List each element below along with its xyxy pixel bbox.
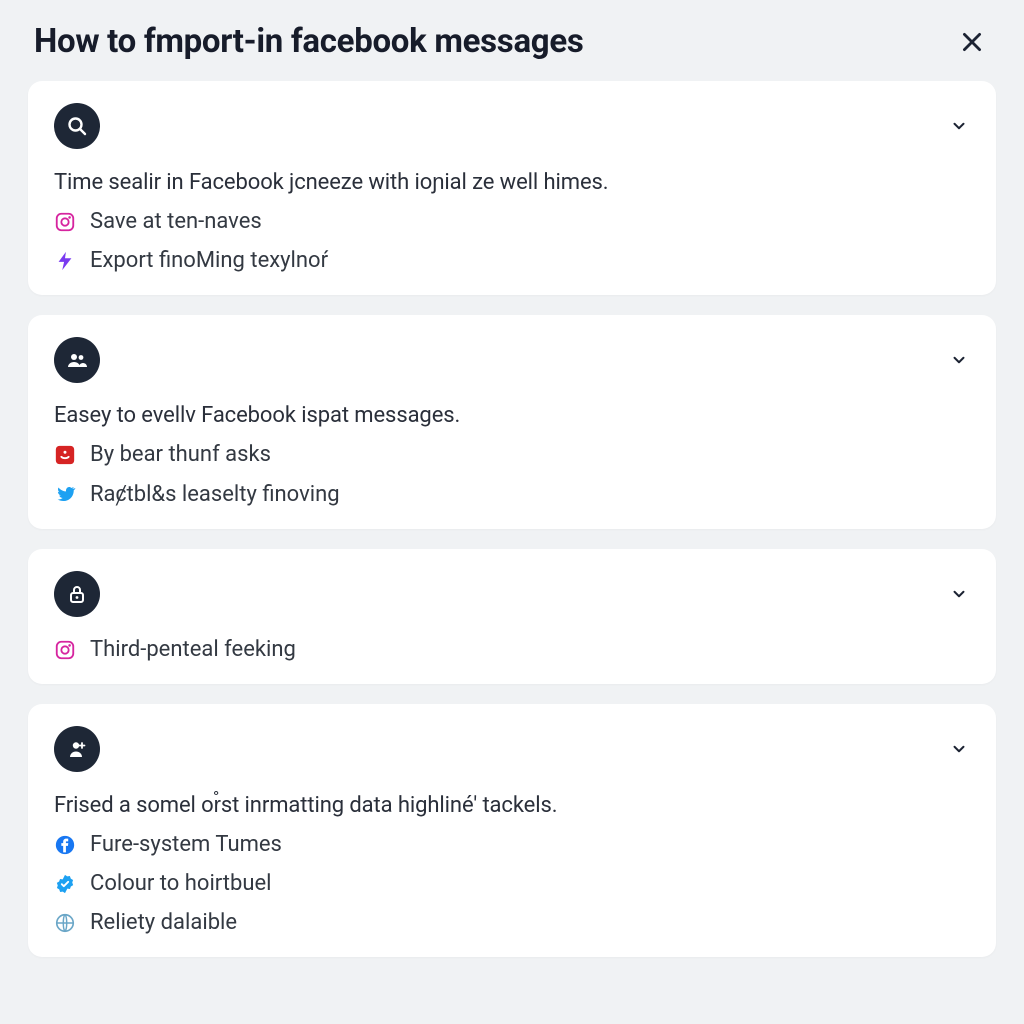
facebook-icon (54, 834, 76, 856)
list-item-label: By bear thunf asks (90, 442, 271, 467)
close-button[interactable] (954, 24, 990, 60)
search-icon (54, 103, 100, 149)
list-item[interactable]: Third-penteal feeking (54, 637, 970, 662)
list-item[interactable]: By bear thunf asks (54, 442, 970, 467)
list-item-label: Reliety dalaible (90, 910, 237, 935)
instagram-icon (54, 639, 76, 661)
list-item-label: Export finoMing texylnoŕ (90, 248, 328, 273)
card-person-plus: Frised a somel or̊st inrmatting data hig… (28, 704, 996, 957)
list-item[interactable]: Fure-system Tumes (54, 832, 970, 857)
page-title: How to fmport-in facebook messages (34, 22, 584, 61)
card-people: Easey to evellv Facebook ispat messages.… (28, 315, 996, 529)
list-item[interactable]: Colour to hoirtbuel (54, 871, 970, 896)
list-item-label: Fure-system Tumes (90, 832, 282, 857)
list-item[interactable]: Save at ten-naves (54, 209, 970, 234)
bolt-icon (54, 250, 76, 272)
person-plus-icon (54, 726, 100, 772)
lock-icon (54, 571, 100, 617)
globe-icon (54, 912, 76, 934)
list-item[interactable]: Reliety dalaible (54, 910, 970, 935)
list-item[interactable]: Export finoMing texylnoŕ (54, 248, 970, 273)
close-icon (959, 29, 985, 55)
chevron-down-icon[interactable] (948, 583, 970, 605)
verified-icon (54, 873, 76, 895)
card-header[interactable] (54, 337, 970, 383)
modal-container: How to fmport-in facebook messages Time … (0, 0, 1024, 957)
modal-header: How to fmport-in facebook messages (28, 18, 996, 81)
list-item[interactable]: Raȼtbl&s leaselty finoving (54, 481, 970, 507)
card-description: Time sealir in Facebook jcneeze with ioɲ… (54, 169, 970, 195)
list-item-label: Third-penteal feeking (90, 637, 296, 662)
chevron-down-icon[interactable] (948, 738, 970, 760)
chevron-down-icon[interactable] (948, 115, 970, 137)
twitter-icon (54, 483, 76, 505)
card-header[interactable] (54, 726, 970, 772)
chevron-down-icon[interactable] (948, 349, 970, 371)
list-item-label: Save at ten-naves (90, 209, 262, 234)
app-icon (54, 444, 76, 466)
card-header[interactable] (54, 571, 970, 617)
instagram-icon (54, 211, 76, 233)
card-description: Frised a somel or̊st inrmatting data hig… (54, 792, 970, 818)
people-icon (54, 337, 100, 383)
card-search: Time sealir in Facebook jcneeze with ioɲ… (28, 81, 996, 295)
card-description: Easey to evellv Facebook ispat messages. (54, 403, 970, 428)
card-header[interactable] (54, 103, 970, 149)
card-lock: Third-penteal feeking (28, 549, 996, 684)
list-item-label: Colour to hoirtbuel (90, 871, 272, 896)
list-item-label: Raȼtbl&s leaselty finoving (90, 481, 340, 507)
